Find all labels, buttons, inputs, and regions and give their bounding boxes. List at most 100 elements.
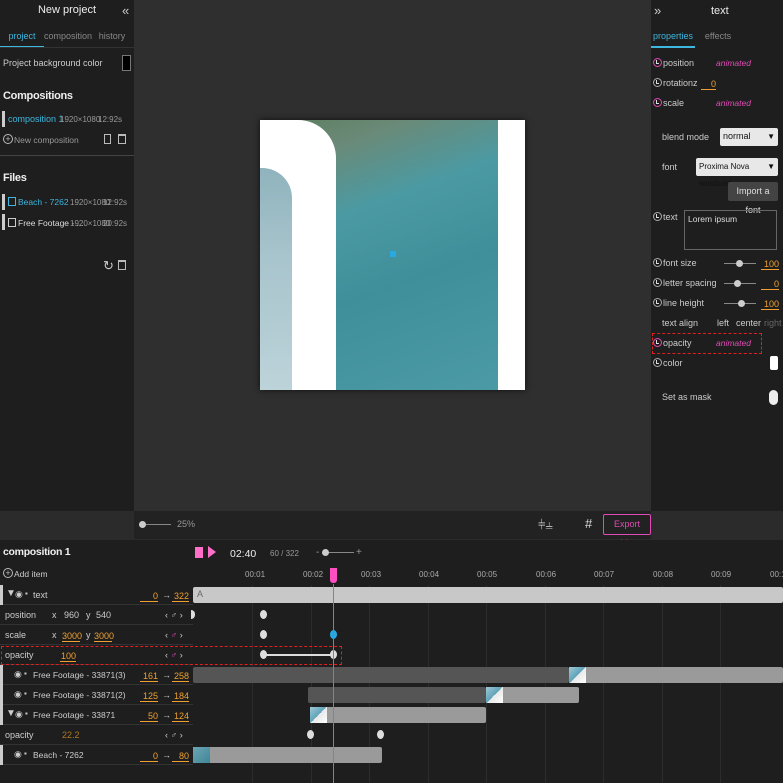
color-swatch[interactable] <box>770 356 778 370</box>
timeline-zoom-slider[interactable] <box>322 549 354 556</box>
file-name[interactable]: Beach - 7262 <box>18 197 69 207</box>
tab-history[interactable]: history <box>90 28 134 48</box>
align-center-option[interactable]: center <box>736 318 761 328</box>
line-height-input[interactable]: 100 <box>761 299 779 310</box>
add-icon[interactable]: + <box>3 134 13 144</box>
align-icon[interactable]: ⫩⫨ <box>538 517 553 533</box>
playhead-handle[interactable] <box>330 568 337 583</box>
lock-icon[interactable]: ▪ <box>24 749 27 758</box>
scale-y[interactable]: 3000 <box>94 631 114 642</box>
keyframe-clock-icon[interactable] <box>653 58 662 67</box>
keyframe-clock-icon[interactable] <box>653 278 662 287</box>
export-video-button[interactable]: Export video <box>603 514 651 548</box>
duplicate-icon[interactable] <box>104 134 111 144</box>
align-left-option[interactable]: left <box>717 318 729 328</box>
collapse-left-icon[interactable]: « <box>122 3 129 18</box>
opacity-value[interactable]: 22.2 <box>62 730 80 740</box>
layer-name[interactable]: Free Footage - 33871 <box>33 710 115 720</box>
layer-name[interactable]: Free Footage - 33871(2) <box>33 690 126 700</box>
layer-row-text[interactable]: ▼ ◉ ▪ text 0 → 322 <box>0 585 193 605</box>
eye-icon[interactable]: ◉ <box>15 589 23 600</box>
position-value[interactable]: animated <box>716 58 751 68</box>
letter-spacing-input[interactable]: 0 <box>761 279 779 290</box>
eye-icon[interactable]: ◉ <box>15 709 23 720</box>
anchor-point[interactable] <box>390 251 396 257</box>
layer-end[interactable]: 80 <box>172 751 189 762</box>
zoom-slider[interactable] <box>139 521 171 528</box>
mask-toggle[interactable] <box>769 390 778 405</box>
keyframe-nav-icon[interactable]: ‹ ♂ › <box>165 730 183 740</box>
preview-canvas[interactable] <box>260 120 525 390</box>
keyframe-nav-icon[interactable]: ‹ ♂ › <box>165 610 183 620</box>
zoom-out-button[interactable]: - <box>316 547 319 558</box>
layer-end[interactable]: 258 <box>172 671 189 682</box>
zoom-in-button[interactable]: + <box>356 547 362 558</box>
layer-end[interactable]: 124 <box>172 711 189 722</box>
stop-icon[interactable] <box>195 547 203 558</box>
keyframe-clock-icon[interactable] <box>653 358 662 367</box>
font-select[interactable]: Proxima Nova semibold <box>696 158 778 188</box>
keyframe-clock-icon[interactable] <box>653 298 662 307</box>
text-input[interactable]: Lorem ipsum <box>684 210 777 250</box>
play-icon[interactable] <box>208 546 216 558</box>
align-right-option[interactable]: right <box>764 318 782 328</box>
font-size-slider[interactable] <box>724 260 756 267</box>
keyframe[interactable] <box>307 730 314 739</box>
footage-clip[interactable] <box>310 707 486 723</box>
keyframe-clock-icon[interactable] <box>653 78 662 87</box>
layer-row[interactable]: ◉ ▪ Free Footage - 33871(3) 161 → 258 <box>0 665 193 685</box>
add-item-button[interactable]: Add item <box>14 569 48 579</box>
blend-mode-select[interactable]: normal <box>720 128 778 146</box>
tab-effects[interactable]: effects <box>695 28 741 48</box>
layer-start[interactable]: 50 <box>140 711 158 722</box>
font-size-input[interactable]: 100 <box>761 259 779 270</box>
background-color-swatch[interactable] <box>122 55 131 71</box>
layer-end[interactable]: 184 <box>172 691 189 702</box>
keyframe[interactable] <box>260 630 267 639</box>
text-clip[interactable]: A <box>193 587 783 603</box>
line-height-slider[interactable] <box>724 300 756 307</box>
eye-icon[interactable]: ◉ <box>14 669 22 680</box>
rotation-input[interactable]: 0 <box>701 79 716 90</box>
scale-x[interactable]: 3000 <box>62 631 82 642</box>
keyframe-clock-icon[interactable] <box>653 212 662 221</box>
footage-clip[interactable] <box>486 687 579 703</box>
lock-icon[interactable]: ▪ <box>25 589 28 598</box>
keyframe-clock-icon[interactable] <box>653 98 662 107</box>
keyframe-nav-icon[interactable]: ‹ ♂ › <box>165 630 183 640</box>
lock-icon[interactable]: ▪ <box>24 689 27 698</box>
keyframe[interactable] <box>260 610 267 619</box>
refresh-icon[interactable]: ↻ <box>103 258 114 274</box>
layer-start[interactable]: 0 <box>140 751 158 762</box>
expand-right-icon[interactable]: » <box>654 3 661 18</box>
grid-icon[interactable]: # <box>585 516 592 531</box>
lock-icon[interactable]: ▪ <box>24 669 27 678</box>
lock-icon[interactable]: ▪ <box>25 709 28 718</box>
layer-start[interactable]: 161 <box>140 671 158 682</box>
add-icon[interactable]: + <box>3 568 13 578</box>
import-font-button[interactable]: Import a font <box>728 182 778 215</box>
footage-clip[interactable] <box>569 667 783 683</box>
letter-spacing-slider[interactable] <box>724 280 756 287</box>
layer-name[interactable]: Free Footage - 33871(3) <box>33 670 126 680</box>
eye-icon[interactable]: ◉ <box>14 749 22 760</box>
layer-row[interactable]: ▼ ◉ ▪ Free Footage - 33871 50 → 124 <box>0 705 193 725</box>
layer-start[interactable]: 0 <box>140 591 158 602</box>
tab-composition[interactable]: composition <box>44 28 92 48</box>
composition-name[interactable]: composition 1 <box>8 114 64 124</box>
layer-name[interactable]: text <box>33 590 48 600</box>
trash-icon[interactable] <box>118 134 126 144</box>
layer-row[interactable]: ◉ ▪ Beach - 7262 0 → 80 <box>0 745 193 765</box>
eye-icon[interactable]: ◉ <box>14 689 22 700</box>
scale-value[interactable]: animated <box>716 98 751 108</box>
keyframe-clock-icon[interactable] <box>653 258 662 267</box>
new-composition-button[interactable]: New composition <box>14 135 79 145</box>
keyframe[interactable] <box>377 730 384 739</box>
layer-name[interactable]: Beach - 7262 <box>33 750 84 760</box>
opacity-value[interactable]: animated <box>716 338 751 348</box>
position-y[interactable]: 540 <box>96 610 111 620</box>
trash-icon[interactable] <box>118 260 126 270</box>
tab-properties[interactable]: properties <box>651 28 695 48</box>
layer-start[interactable]: 125 <box>140 691 158 702</box>
tab-project[interactable]: project <box>0 28 44 48</box>
